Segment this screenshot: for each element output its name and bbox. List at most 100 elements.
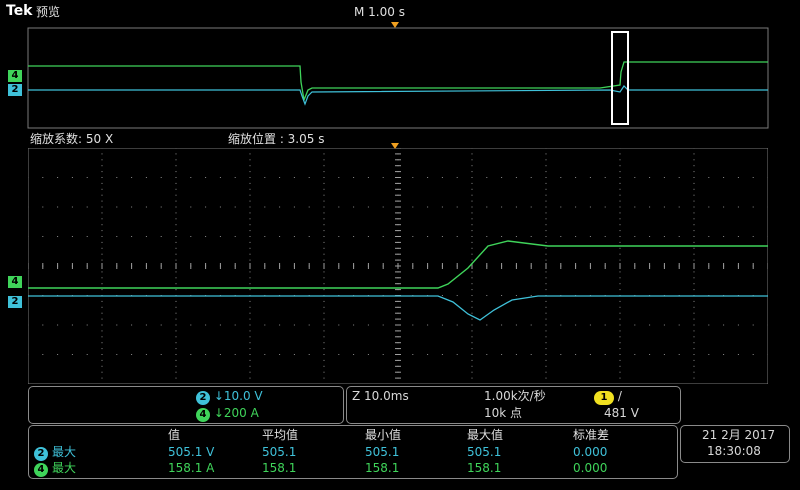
grid-dot <box>205 177 207 178</box>
grid-dot <box>323 354 325 355</box>
grid-dot <box>175 365 177 367</box>
grid-dot <box>249 206 251 208</box>
grid-dot <box>101 230 103 232</box>
grid-dot <box>175 241 177 243</box>
grid-dot <box>560 236 562 237</box>
grid-dot <box>175 188 177 190</box>
ch4-offset-marker[interactable]: 4 <box>8 276 22 288</box>
grid-dot <box>249 247 251 249</box>
grid-dot <box>175 259 177 261</box>
grid-dot <box>101 277 103 279</box>
center-tick <box>101 263 103 269</box>
grid-dot <box>693 354 695 355</box>
grid-dot <box>471 218 473 220</box>
center-tick <box>71 263 73 269</box>
grid-dot <box>101 206 103 208</box>
trigger-position-marker[interactable] <box>391 22 399 28</box>
grid-dot <box>663 324 665 326</box>
grid-dot <box>486 236 488 237</box>
grid-dot <box>619 182 621 184</box>
grid-dot <box>619 359 621 361</box>
grid-dot <box>323 194 325 196</box>
grid-dot <box>560 354 562 355</box>
grid-dot <box>353 354 355 355</box>
grid-dot <box>42 354 44 355</box>
grid-dot <box>619 348 621 350</box>
meas-value: 158.1 <box>365 461 400 475</box>
grid-dot <box>338 177 340 178</box>
grid-dot <box>693 259 695 261</box>
grid-dot <box>101 318 103 320</box>
grid-dot <box>693 247 695 249</box>
grid-dot <box>323 330 325 332</box>
grid-dot <box>249 230 251 232</box>
grid-dot <box>101 348 103 350</box>
grid-dot <box>42 324 44 326</box>
grid-dot <box>575 177 577 178</box>
center-tick <box>395 289 401 291</box>
grid-dot <box>249 271 251 273</box>
grid-dot <box>219 206 221 208</box>
ch4-scale-row[interactable]: 4 ↓200 A <box>196 406 259 422</box>
grid-dot <box>249 153 251 155</box>
ch2-scale-row[interactable]: 2 ↓10.0 V <box>196 389 263 405</box>
grid-dot <box>249 348 251 350</box>
meas-header: 值 <box>168 428 181 442</box>
grid-dot <box>619 377 621 379</box>
grid-dot <box>101 259 103 261</box>
grid-dot <box>767 236 768 237</box>
grid-dot <box>323 253 325 255</box>
grid-dot <box>619 171 621 173</box>
grid-dot <box>175 206 177 208</box>
grid-dot <box>323 218 325 220</box>
meas-row-label[interactable]: 4 最大 <box>34 461 76 477</box>
grid-dot <box>545 283 547 285</box>
center-tick <box>395 277 401 279</box>
center-tick <box>604 263 606 269</box>
grid-dot <box>604 177 606 178</box>
grid-dot <box>175 277 177 279</box>
zoom-trigger-marker[interactable] <box>391 143 401 151</box>
ch2-offset-marker-overview[interactable]: 2 <box>8 84 22 96</box>
trigger-level-readout: 481 V <box>604 406 639 420</box>
center-tick <box>264 263 266 269</box>
center-tick <box>752 263 754 269</box>
grid-dot <box>471 200 473 202</box>
grid-dot <box>101 336 103 338</box>
zoom-waveform-panel <box>28 148 768 384</box>
grid-dot <box>693 377 695 379</box>
grid-dot <box>737 354 739 355</box>
center-tick <box>131 263 133 269</box>
meas-row-label[interactable]: 2 最大 <box>34 445 76 461</box>
grid-dot <box>249 182 251 184</box>
grid-dot <box>323 159 325 161</box>
grid-dot <box>693 188 695 190</box>
grid-dot <box>279 206 281 208</box>
grid-dot <box>708 206 710 208</box>
grid-dot <box>530 324 532 326</box>
ch2-offset-marker[interactable]: 2 <box>8 296 22 308</box>
center-tick <box>395 218 401 220</box>
grid-dot <box>323 148 325 149</box>
grid-dot <box>619 371 621 373</box>
overview-frame <box>27 27 769 129</box>
grid-dot <box>471 348 473 350</box>
grid-dot <box>634 354 636 355</box>
grid-dot <box>619 342 621 344</box>
grid-dot <box>175 354 177 355</box>
center-tick <box>367 263 369 269</box>
grid-dot <box>101 165 103 167</box>
grid-dot <box>249 300 251 302</box>
grid-dot <box>471 371 473 373</box>
grid-dot <box>160 324 162 326</box>
trigger-readout[interactable]: 1 / <box>594 389 622 405</box>
grid-dot <box>486 295 488 296</box>
grid-dot <box>693 159 695 161</box>
grid-dot <box>249 318 251 320</box>
ch4-offset-marker-overview[interactable]: 4 <box>8 70 22 82</box>
grid-dot <box>323 177 325 178</box>
grid-dot <box>219 177 221 178</box>
center-tick <box>395 365 401 367</box>
grid-dot <box>382 177 384 178</box>
grid-dot <box>471 377 473 379</box>
